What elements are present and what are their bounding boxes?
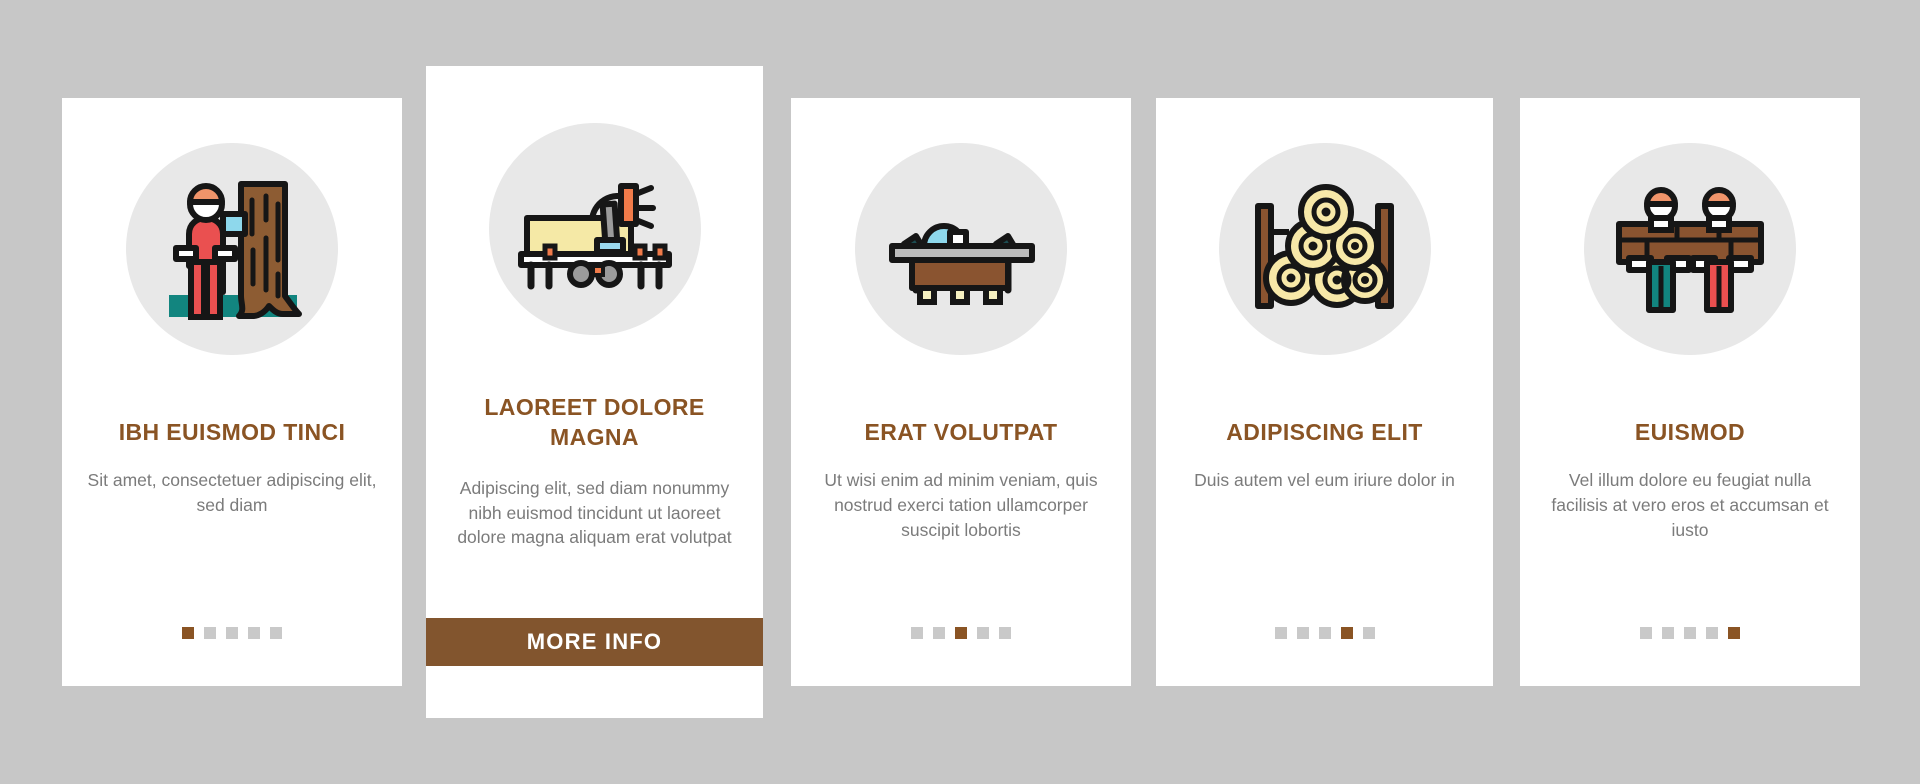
onboarding-screens-stage: IBH EUISMOD TINCI Sit amet, consectetuer… (0, 0, 1920, 784)
card-title-2: LAOREET DOLORE MAGNA (484, 394, 705, 451)
forester-with-flag-and-tree-trunk-icon (168, 180, 302, 320)
icon-circle-1 (126, 143, 338, 355)
sawmill-bench-saw-icon (888, 222, 1035, 305)
pagination-dot[interactable] (1362, 627, 1375, 639)
pagination-dot[interactable] (226, 627, 238, 639)
pagination-dot[interactable] (182, 627, 194, 639)
icon-container-5 (1520, 143, 1860, 355)
pagination-dots-1[interactable] (62, 627, 402, 639)
onboarding-card-2[interactable]: LAOREET DOLORE MAGNA Adipiscing elit, se… (426, 66, 763, 718)
icon-circle-5 (1584, 143, 1796, 355)
onboarding-card-5[interactable]: EUISMOD Vel illum dolore eu feugiat null… (1520, 98, 1860, 686)
card-title-1: IBH EUISMOD TINCI (118, 419, 346, 445)
pagination-dots-4[interactable] (1156, 627, 1493, 639)
more-info-button[interactable]: MORE INFO (426, 618, 763, 666)
pagination-dot[interactable] (1684, 627, 1696, 639)
card-body-1: Sit amet, consectetuer adipiscing elit, … (87, 470, 377, 516)
pagination-dot[interactable] (1662, 627, 1674, 639)
card-body-3: Ut wisi enim ad minim veniam, quis nostr… (824, 470, 1098, 541)
icon-container-2 (426, 123, 763, 335)
pagination-dot[interactable] (248, 627, 260, 639)
pagination-dot[interactable] (977, 627, 989, 639)
pagination-dot[interactable] (933, 627, 945, 639)
icon-circle-2 (488, 123, 701, 335)
onboarding-card-4[interactable]: ADIPISCING ELIT Duis autem vel eum iriur… (1156, 98, 1493, 686)
icon-circle-4 (1218, 143, 1431, 355)
pagination-dots-3[interactable] (791, 627, 1131, 639)
icon-container-3 (791, 143, 1131, 355)
onboarding-card-1[interactable]: IBH EUISMOD TINCI Sit amet, consectetuer… (62, 98, 402, 686)
icon-container-1 (62, 143, 402, 355)
card-body-5: Vel illum dolore eu feugiat nulla facili… (1551, 470, 1829, 541)
card-body-2: Adipiscing elit, sed diam nonummy nibh e… (457, 477, 732, 548)
card-title-5: EUISMOD (1634, 419, 1746, 445)
icon-circle-3 (855, 143, 1067, 355)
card-title-3: ERAT VOLUTPAT (864, 419, 1058, 445)
pagination-dot[interactable] (270, 627, 282, 639)
pagination-dot[interactable] (1274, 627, 1287, 639)
two-workers-carrying-planks-icon (1615, 186, 1764, 313)
pagination-dot[interactable] (1706, 627, 1718, 639)
card-body-4: Duis autem vel eum iriure dolor in (1194, 470, 1455, 491)
log-loader-truck-icon (518, 182, 672, 289)
pagination-dot[interactable] (1640, 627, 1652, 639)
pagination-dot[interactable] (911, 627, 923, 639)
pagination-dot[interactable] (1318, 627, 1331, 639)
pagination-dot[interactable] (1340, 627, 1353, 639)
card-title-4: ADIPISCING ELIT (1226, 419, 1423, 445)
icon-container-4 (1156, 143, 1493, 355)
onboarding-card-3[interactable]: ERAT VOLUTPAT Ut wisi enim ad minim veni… (791, 98, 1131, 686)
stacked-logs-pile-icon (1255, 183, 1394, 309)
pagination-dot[interactable] (1728, 627, 1740, 639)
pagination-dot[interactable] (204, 627, 216, 639)
pagination-dots-5[interactable] (1520, 627, 1860, 639)
pagination-dot[interactable] (1296, 627, 1309, 639)
pagination-dot[interactable] (999, 627, 1011, 639)
pagination-dot[interactable] (955, 627, 967, 639)
